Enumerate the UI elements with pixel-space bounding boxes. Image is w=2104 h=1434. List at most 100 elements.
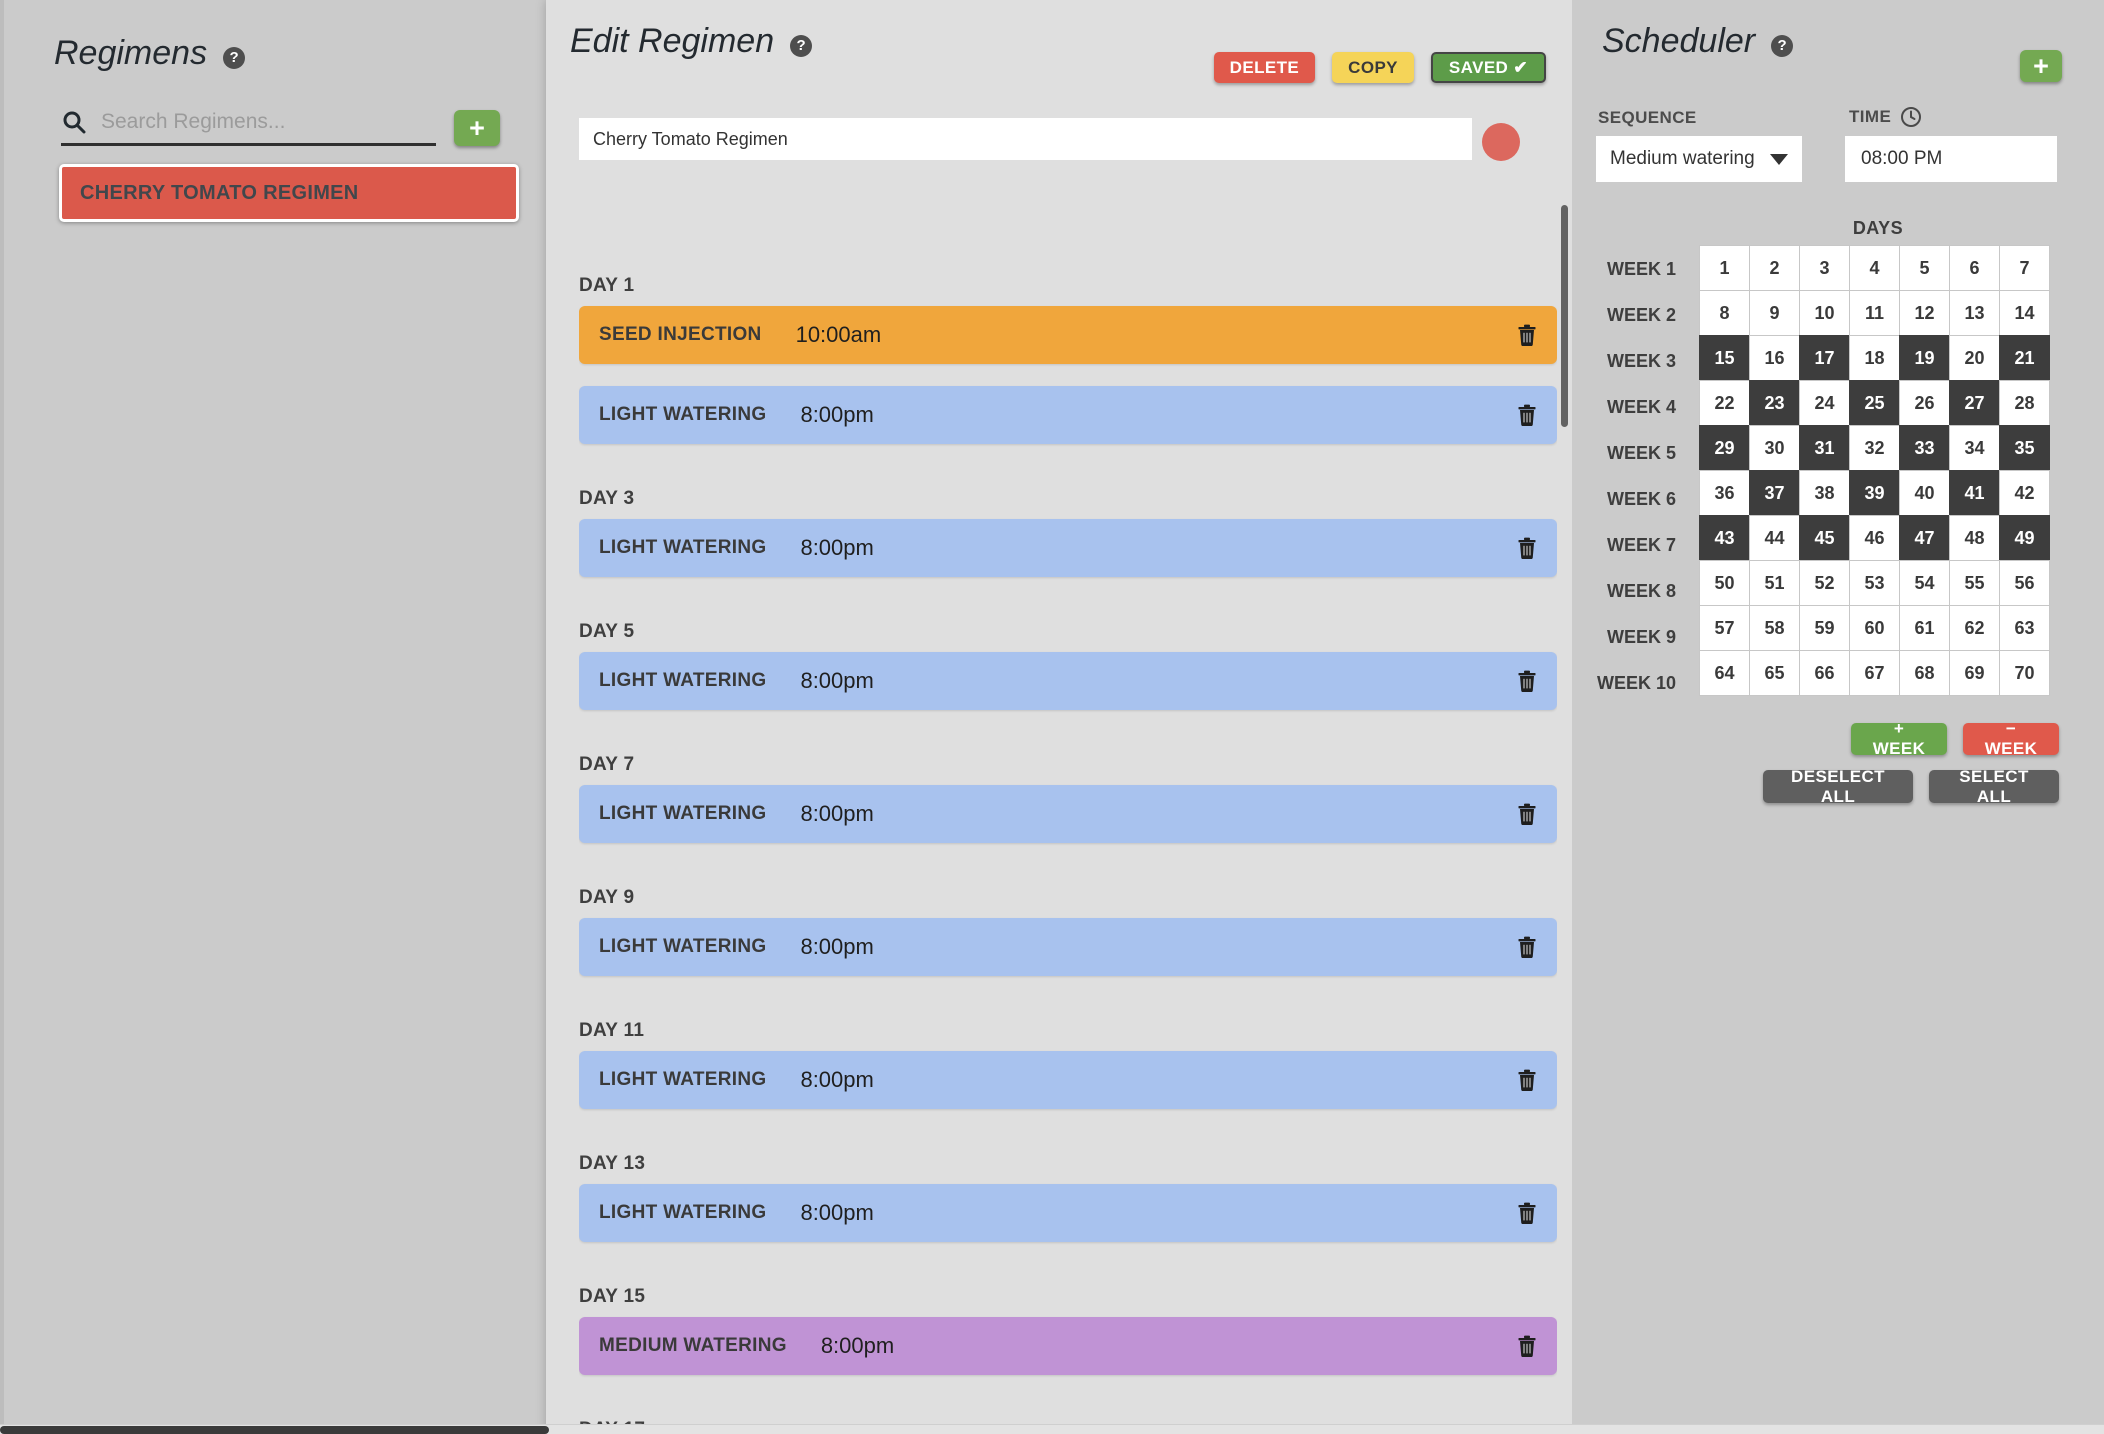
- remove-week-button[interactable]: − WEEK: [1963, 723, 2059, 755]
- scheduler-day-cell[interactable]: 13: [1949, 290, 2000, 336]
- time-input[interactable]: [1845, 136, 2057, 182]
- scheduler-day-cell[interactable]: 28: [1999, 380, 2050, 426]
- scheduler-day-cell[interactable]: 20: [1949, 335, 2000, 381]
- scheduler-day-cell[interactable]: 67: [1849, 650, 1900, 696]
- trash-icon[interactable]: [1517, 936, 1537, 958]
- scheduler-day-cell[interactable]: 41: [1949, 470, 2000, 516]
- scheduler-day-cell[interactable]: 66: [1799, 650, 1850, 696]
- select-all-button[interactable]: SELECT ALL: [1929, 770, 2059, 803]
- scheduler-day-cell[interactable]: 16: [1749, 335, 1800, 381]
- scheduler-day-cell[interactable]: 6: [1949, 245, 2000, 291]
- horizontal-scrollbar-thumb[interactable]: [0, 1426, 549, 1434]
- trash-icon[interactable]: [1517, 324, 1537, 346]
- scheduler-day-cell[interactable]: 25: [1849, 380, 1900, 426]
- scheduler-day-cell[interactable]: 7: [1999, 245, 2050, 291]
- scheduler-day-cell[interactable]: 55: [1949, 560, 2000, 606]
- scheduler-day-cell[interactable]: 64: [1699, 650, 1750, 696]
- scheduler-day-cell[interactable]: 37: [1749, 470, 1800, 516]
- help-icon[interactable]: ?: [223, 47, 245, 69]
- scheduler-day-cell[interactable]: 34: [1949, 425, 2000, 471]
- scheduler-day-cell[interactable]: 27: [1949, 380, 2000, 426]
- trash-icon[interactable]: [1517, 404, 1537, 426]
- scheduler-day-cell[interactable]: 24: [1799, 380, 1850, 426]
- sequence-select[interactable]: Medium watering: [1596, 136, 1802, 182]
- scheduler-day-cell[interactable]: 70: [1999, 650, 2050, 696]
- day-list-scrollbar[interactable]: [1561, 205, 1568, 427]
- scheduler-day-cell[interactable]: 54: [1899, 560, 1950, 606]
- scheduler-day-cell[interactable]: 4: [1849, 245, 1900, 291]
- scheduler-day-cell[interactable]: 57: [1699, 605, 1750, 651]
- scheduler-day-cell[interactable]: 5: [1899, 245, 1950, 291]
- scheduler-day-cell[interactable]: 68: [1899, 650, 1950, 696]
- scheduler-day-cell[interactable]: 43: [1699, 515, 1750, 561]
- scheduler-day-cell[interactable]: 14: [1999, 290, 2050, 336]
- scheduler-day-cell[interactable]: 32: [1849, 425, 1900, 471]
- scheduler-day-cell[interactable]: 30: [1749, 425, 1800, 471]
- scheduler-day-cell[interactable]: 19: [1899, 335, 1950, 381]
- regimen-list-item[interactable]: CHERRY TOMATO REGIMEN: [59, 164, 519, 222]
- scheduler-day-cell[interactable]: 15: [1699, 335, 1750, 381]
- help-icon[interactable]: ?: [1771, 35, 1793, 57]
- scheduler-day-cell[interactable]: 58: [1749, 605, 1800, 651]
- scheduler-day-cell[interactable]: 31: [1799, 425, 1850, 471]
- scheduler-day-cell[interactable]: 21: [1999, 335, 2050, 381]
- scheduler-day-cell[interactable]: 40: [1899, 470, 1950, 516]
- scheduler-day-cell[interactable]: 44: [1749, 515, 1800, 561]
- scheduler-day-cell[interactable]: 10: [1799, 290, 1850, 336]
- scheduler-day-cell[interactable]: 60: [1849, 605, 1900, 651]
- scheduler-day-cell[interactable]: 56: [1999, 560, 2050, 606]
- scheduler-day-cell[interactable]: 61: [1899, 605, 1950, 651]
- scheduler-day-cell[interactable]: 39: [1849, 470, 1900, 516]
- scheduler-day-cell[interactable]: 63: [1999, 605, 2050, 651]
- regimen-name-input[interactable]: [579, 118, 1472, 160]
- scheduler-day-cell[interactable]: 62: [1949, 605, 2000, 651]
- scheduler-day-cell[interactable]: 23: [1749, 380, 1800, 426]
- trash-icon[interactable]: [1517, 1335, 1537, 1357]
- search-input[interactable]: [99, 109, 436, 135]
- scheduler-day-cell[interactable]: 59: [1799, 605, 1850, 651]
- scheduler-day-cell[interactable]: 49: [1999, 515, 2050, 561]
- scheduler-day-cell[interactable]: 42: [1999, 470, 2050, 516]
- scheduler-panel: Scheduler ? + SEQUENCE TIME Medium water…: [1572, 0, 2104, 1434]
- regimen-color-picker[interactable]: [1482, 123, 1520, 161]
- scheduler-day-cell[interactable]: 53: [1849, 560, 1900, 606]
- scheduler-day-cell[interactable]: 69: [1949, 650, 2000, 696]
- deselect-all-button[interactable]: DESELECT ALL: [1763, 770, 1913, 803]
- add-regimen-button[interactable]: +: [454, 110, 500, 146]
- scheduler-day-cell[interactable]: 36: [1699, 470, 1750, 516]
- trash-icon[interactable]: [1517, 803, 1537, 825]
- trash-icon[interactable]: [1517, 537, 1537, 559]
- scheduler-day-cell[interactable]: 47: [1899, 515, 1950, 561]
- add-week-button[interactable]: + WEEK: [1851, 723, 1947, 755]
- scheduler-day-cell[interactable]: 33: [1899, 425, 1950, 471]
- scheduler-day-cell[interactable]: 52: [1799, 560, 1850, 606]
- scheduler-day-cell[interactable]: 50: [1699, 560, 1750, 606]
- scheduler-day-cell[interactable]: 17: [1799, 335, 1850, 381]
- saved-button[interactable]: SAVED ✔: [1431, 52, 1546, 83]
- scheduler-day-cell[interactable]: 2: [1749, 245, 1800, 291]
- delete-button[interactable]: DELETE: [1214, 52, 1315, 83]
- trash-icon[interactable]: [1517, 1202, 1537, 1224]
- scheduler-day-cell[interactable]: 46: [1849, 515, 1900, 561]
- scheduler-day-cell[interactable]: 22: [1699, 380, 1750, 426]
- scheduler-day-cell[interactable]: 51: [1749, 560, 1800, 606]
- add-scheduler-item-button[interactable]: +: [2020, 50, 2062, 82]
- copy-button[interactable]: COPY: [1332, 52, 1414, 83]
- scheduler-day-cell[interactable]: 35: [1999, 425, 2050, 471]
- help-icon[interactable]: ?: [790, 35, 812, 57]
- trash-icon[interactable]: [1517, 670, 1537, 692]
- scheduler-day-cell[interactable]: 18: [1849, 335, 1900, 381]
- scheduler-day-cell[interactable]: 9: [1749, 290, 1800, 336]
- scheduler-day-cell[interactable]: 26: [1899, 380, 1950, 426]
- scheduler-day-cell[interactable]: 1: [1699, 245, 1750, 291]
- scheduler-day-cell[interactable]: 11: [1849, 290, 1900, 336]
- scheduler-day-cell[interactable]: 8: [1699, 290, 1750, 336]
- scheduler-day-cell[interactable]: 3: [1799, 245, 1850, 291]
- scheduler-day-cell[interactable]: 12: [1899, 290, 1950, 336]
- scheduler-day-cell[interactable]: 65: [1749, 650, 1800, 696]
- scheduler-day-cell[interactable]: 48: [1949, 515, 2000, 561]
- scheduler-day-cell[interactable]: 45: [1799, 515, 1850, 561]
- trash-icon[interactable]: [1517, 1069, 1537, 1091]
- scheduler-day-cell[interactable]: 38: [1799, 470, 1850, 516]
- scheduler-day-cell[interactable]: 29: [1699, 425, 1750, 471]
